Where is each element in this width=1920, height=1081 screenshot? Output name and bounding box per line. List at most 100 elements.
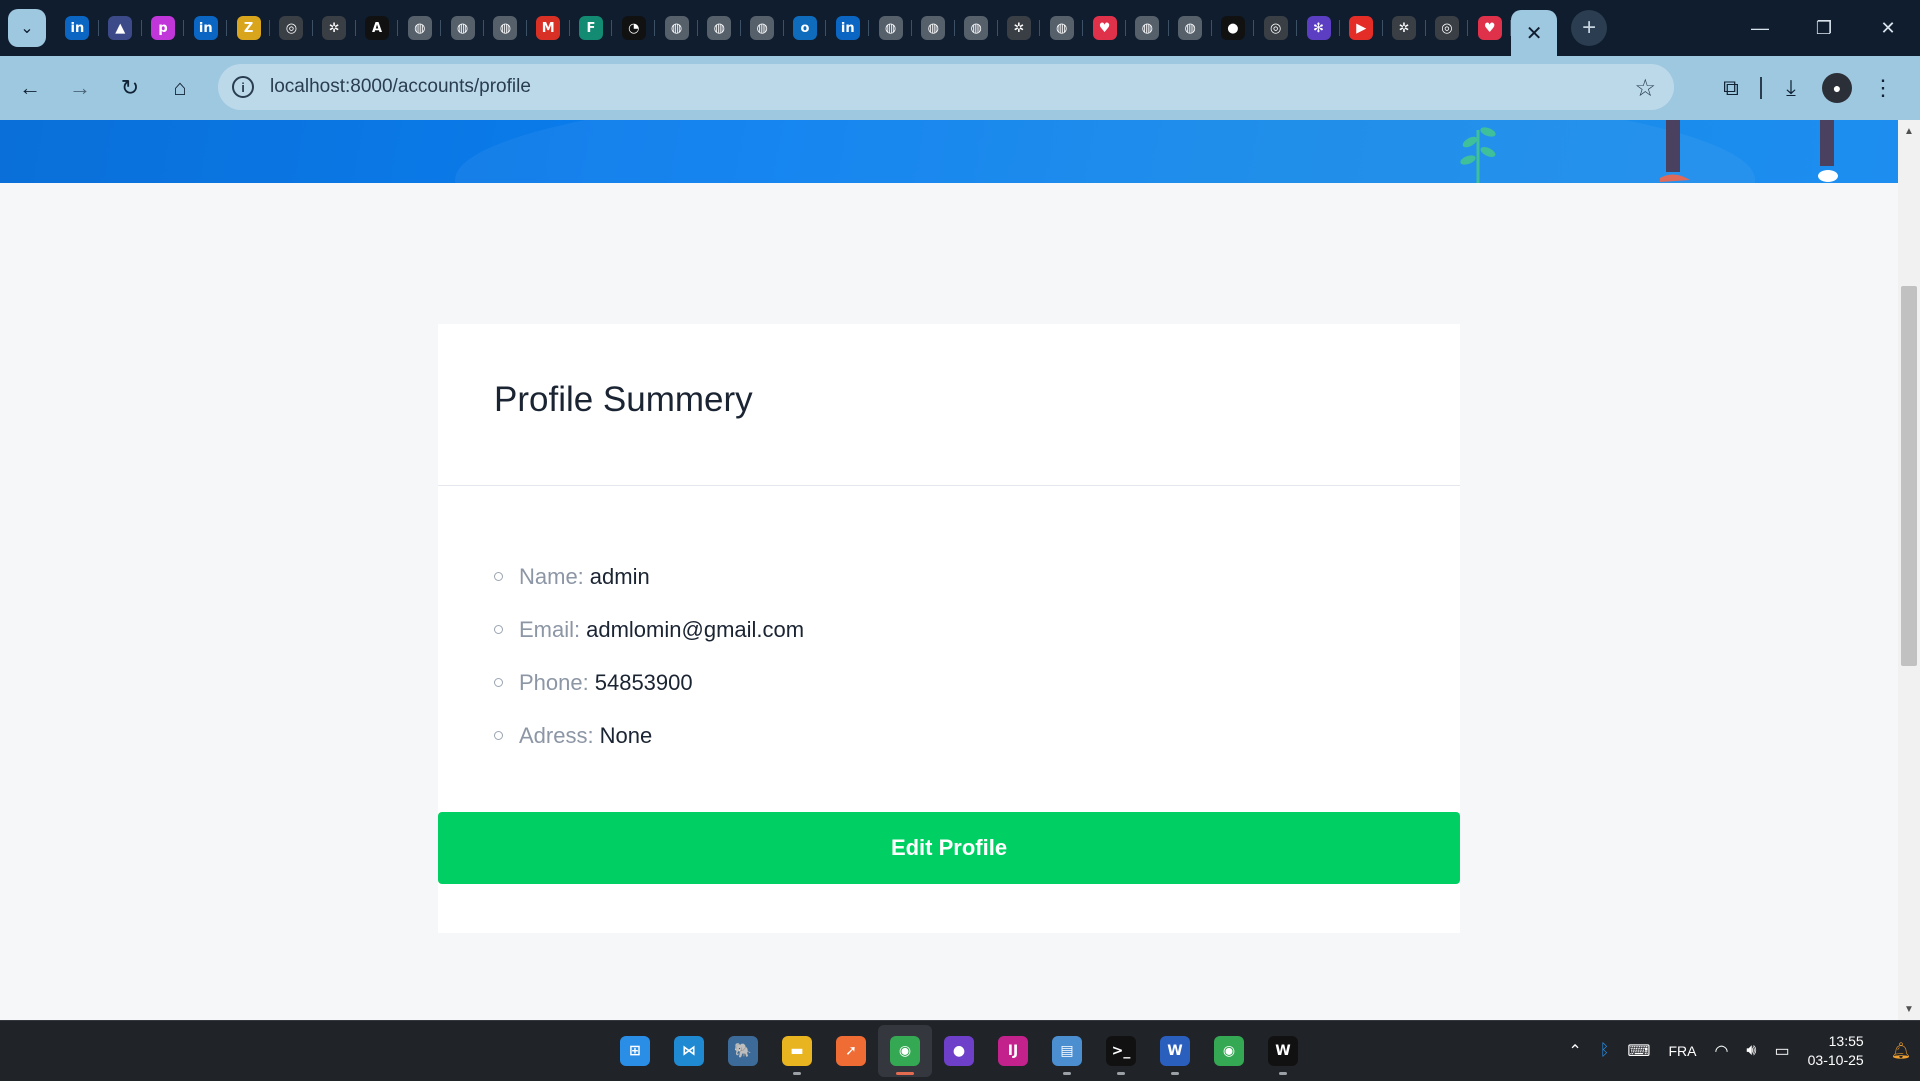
kebab-menu-icon: ⋮: [1872, 75, 1894, 100]
taskbar-app-button[interactable]: ▤: [1040, 1025, 1094, 1077]
extensions-button[interactable]: ⧉: [1708, 68, 1754, 108]
browser-tab[interactable]: ✻: [1297, 8, 1340, 48]
profile-detail-item: Email: admlomin@gmail.com: [494, 603, 804, 656]
back-button[interactable]: ←: [10, 68, 50, 108]
browser-tab[interactable]: ✲: [1383, 8, 1426, 48]
browser-tab[interactable]: ♥: [1083, 8, 1126, 48]
bookmark-star-icon[interactable]: ☆: [1634, 74, 1656, 103]
taskbar-app-button[interactable]: >_: [1094, 1025, 1148, 1077]
postman-icon: ➚: [836, 1036, 866, 1066]
browser-tab[interactable]: ◍: [1126, 8, 1169, 48]
browser-tab-strip: ⌄ in ▲ p in Z ◎ ✲ A ◍ ◍ ◍ M F ◔ ◍ ◍ ◍ o in ◍ ◍ ◍ ✲ ◍ ♥ ◍ ◍ ● ◎ ✻ ▶ ✲ ◎ ♥ ✕…: [0, 0, 1920, 56]
globe-icon: ◍: [1049, 16, 1074, 40]
browser-tab[interactable]: Z: [227, 8, 270, 48]
browser-tab[interactable]: ◍: [484, 8, 527, 48]
notification-bell-icon[interactable]: 🔔︎: [1891, 1041, 1911, 1061]
url-text[interactable]: localhost:8000/accounts/profile: [270, 76, 531, 98]
taskbar-app-button[interactable]: ▬: [770, 1025, 824, 1077]
language-indicator[interactable]: FRA: [1668, 1043, 1696, 1059]
downloads-button[interactable]: ⤓: [1768, 68, 1814, 108]
active-tab[interactable]: ✕: [1511, 10, 1558, 56]
restore-button[interactable]: ❐: [1792, 0, 1856, 56]
taskbar-app-button[interactable]: ◉: [878, 1025, 932, 1077]
browser-toolbar: ← → ↻ ⌂ i localhost:8000/accounts/profil…: [0, 56, 1920, 120]
scroll-up-arrow-icon[interactable]: ▲: [1898, 122, 1920, 140]
browser-tab[interactable]: o: [784, 8, 827, 48]
browser-tab[interactable]: ♥: [1468, 8, 1511, 48]
browser-tab[interactable]: ◍: [398, 8, 441, 48]
heart-icon: ♥: [1092, 16, 1117, 40]
chatgpt-icon: ✲: [322, 16, 347, 40]
browser-tab[interactable]: in: [184, 8, 227, 48]
puzzle-icon: ⧉: [1723, 75, 1739, 100]
taskbar-app-button[interactable]: ●: [932, 1025, 986, 1077]
youtube-icon: ▶: [1349, 16, 1374, 40]
browser-tab[interactable]: ▶: [1340, 8, 1383, 48]
scroll-down-arrow-icon[interactable]: ▼: [1898, 1000, 1920, 1018]
menu-button[interactable]: ⋮: [1860, 68, 1906, 108]
profile-detail-item: Phone: 54853900: [494, 656, 804, 709]
detail-label: Adress:: [519, 722, 594, 748]
keyboard-icon[interactable]: ⌨: [1627, 1041, 1650, 1061]
browser-tab[interactable]: ◍: [698, 8, 741, 48]
taskbar-app-button[interactable]: W: [1256, 1025, 1310, 1077]
arrow-right-icon: →: [69, 75, 91, 100]
site-info-icon[interactable]: i: [232, 76, 254, 98]
browser-tab[interactable]: ◔: [612, 8, 655, 48]
address-bar[interactable]: i localhost:8000/accounts/profile ☆: [218, 64, 1674, 110]
profile-button[interactable]: ●: [1814, 68, 1860, 108]
avatar: ●: [1822, 73, 1852, 103]
minimize-button[interactable]: —: [1728, 0, 1792, 56]
forward-button[interactable]: →: [60, 68, 100, 108]
page-scrollbar[interactable]: ▲ ▼: [1898, 120, 1920, 1020]
browser-tab[interactable]: p: [142, 8, 185, 48]
browser-tab[interactable]: ▲: [99, 8, 142, 48]
browser-tab[interactable]: ◍: [741, 8, 784, 48]
browser-tab[interactable]: F: [570, 8, 613, 48]
taskbar-app-button[interactable]: 🐘: [716, 1025, 770, 1077]
volume-icon[interactable]: 🔊︎: [1746, 1042, 1756, 1060]
browser-tab[interactable]: ◎: [1426, 8, 1469, 48]
edit-profile-button[interactable]: Edit Profile: [438, 812, 1460, 884]
bluetooth-icon[interactable]: ᛒ: [1600, 1042, 1610, 1060]
browser-tab[interactable]: ◍: [869, 8, 912, 48]
home-button[interactable]: ⌂: [160, 68, 200, 108]
taskbar-app-button[interactable]: ⋈: [662, 1025, 716, 1077]
taskbar-app-button[interactable]: ➚: [824, 1025, 878, 1077]
profile-details-list: Name: admin Email: admlomin@gmail.com Phone:…: [494, 550, 804, 762]
browser-tab[interactable]: ◍: [955, 8, 998, 48]
github-desktop-icon: ●: [944, 1036, 974, 1066]
taskbar-app-button[interactable]: ◉: [1202, 1025, 1256, 1077]
taskbar-app-button[interactable]: ⊞: [608, 1025, 662, 1077]
close-window-button[interactable]: ✕: [1856, 0, 1920, 56]
browser-tab[interactable]: ◍: [655, 8, 698, 48]
browser-tab[interactable]: ✲: [998, 8, 1041, 48]
browser-tab[interactable]: in: [826, 8, 869, 48]
notion-icon: A: [364, 16, 389, 40]
reload-button[interactable]: ↻: [110, 68, 150, 108]
scrollbar-thumb[interactable]: [1901, 286, 1917, 666]
browser-tab[interactable]: ◎: [1254, 8, 1297, 48]
browser-tab[interactable]: ●: [1212, 8, 1255, 48]
browser-tab[interactable]: M: [527, 8, 570, 48]
taskbar-app-button[interactable]: W: [1148, 1025, 1202, 1077]
browser-tab[interactable]: ◍: [912, 8, 955, 48]
browser-tab[interactable]: ◍: [441, 8, 484, 48]
window-controls: — ❐ ✕: [1728, 0, 1920, 56]
browser-tab[interactable]: ✲: [313, 8, 356, 48]
browser-tab[interactable]: A: [356, 8, 399, 48]
browser-tab[interactable]: ◍: [1169, 8, 1212, 48]
close-tab-icon[interactable]: ✕: [1526, 21, 1543, 46]
taskbar-app-button[interactable]: IJ: [986, 1025, 1040, 1077]
new-tab-button[interactable]: +: [1571, 10, 1608, 46]
clock[interactable]: 13:55 03-10-25: [1808, 1032, 1864, 1070]
windows-taskbar: ⊞ ⋈ 🐘 ▬ ➚ ◉ ● IJ ▤ >_ W ◉ W ⌃ ᛒ ⌨ FRA ◠ 🔊︎ ▭ 13:55 0…: [0, 1020, 1920, 1081]
wifi-icon[interactable]: ◠: [1714, 1041, 1728, 1061]
bullet-circle-icon: [494, 731, 503, 740]
browser-tab[interactable]: ◎: [270, 8, 313, 48]
browser-tab[interactable]: ◍: [1040, 8, 1083, 48]
battery-icon[interactable]: ▭: [1775, 1041, 1790, 1061]
browser-tab[interactable]: in: [56, 8, 99, 48]
tab-search-button[interactable]: ⌄: [8, 9, 46, 47]
show-hidden-icons-chevron-icon[interactable]: ⌃: [1568, 1041, 1581, 1061]
